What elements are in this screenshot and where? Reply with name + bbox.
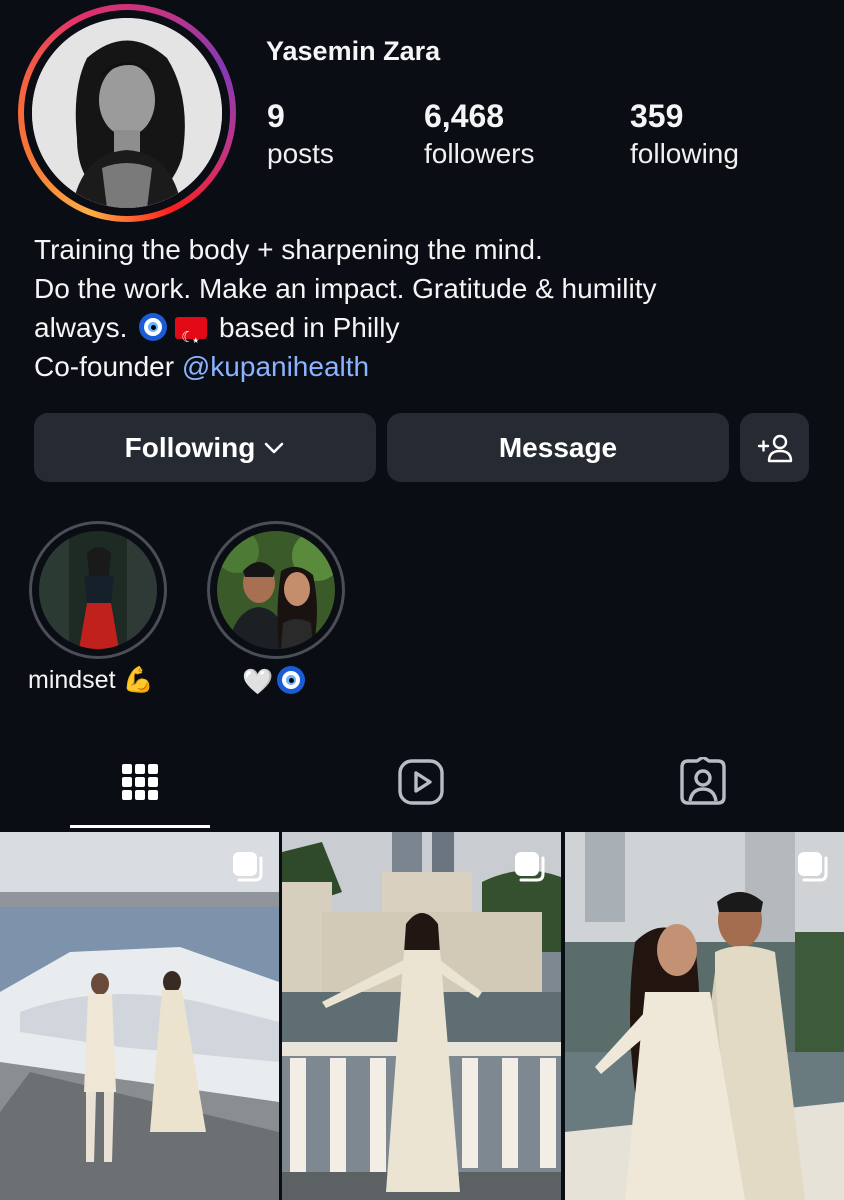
highlight-heart[interactable]	[207, 521, 345, 659]
avatar-portrait	[32, 18, 222, 208]
posts-label: posts	[267, 138, 334, 169]
highlight-mindset-label: mindset 💪	[28, 666, 154, 694]
bio-line-2: Do the work. Make an impact. Gratitude &…	[34, 273, 657, 304]
highlight-mindset[interactable]	[29, 521, 167, 659]
carousel-icon	[798, 852, 828, 882]
followers-count: 6,468	[424, 98, 505, 134]
evil-eye-icon	[139, 313, 168, 341]
bio-line-4-start: Co-founder	[34, 351, 175, 382]
highlight-cover	[39, 531, 157, 649]
profile-avatar[interactable]	[18, 4, 236, 222]
post-thumbnail[interactable]	[282, 832, 561, 1200]
carousel-icon	[233, 852, 263, 882]
bio-line-3-start: always.	[34, 312, 128, 343]
post-thumbnail[interactable]	[565, 832, 844, 1200]
stat-following[interactable]: 359 following	[630, 98, 739, 174]
bio-line-4: Co-founder @kupanihealth	[34, 347, 814, 386]
post-image	[0, 832, 279, 1200]
highlight-heart-label: 🤍	[242, 666, 309, 697]
following-button[interactable]: Following	[34, 413, 376, 482]
reels-icon	[398, 759, 444, 805]
highlight-ring	[207, 521, 345, 659]
add-person-button[interactable]	[740, 413, 809, 482]
evil-eye-icon	[277, 666, 306, 694]
message-button-label: Message	[498, 431, 618, 463]
stat-posts[interactable]: 9 posts	[267, 98, 334, 174]
bio-mention-link[interactable]: @kupanihealth	[182, 351, 369, 382]
post-image	[282, 832, 561, 1200]
message-button[interactable]: Message	[387, 413, 729, 482]
active-tab-indicator	[70, 825, 210, 828]
stat-followers[interactable]: 6,468 followers	[424, 98, 534, 174]
grid-icon	[122, 764, 158, 800]
highlight-cover-image	[39, 531, 157, 649]
bio-line-1: Training the body + sharpening the mind.	[34, 234, 543, 265]
tab-grid[interactable]	[110, 752, 170, 812]
profile-bio: Training the body + sharpening the mind.…	[34, 230, 814, 386]
post-thumbnail[interactable]	[0, 832, 279, 1200]
following-label: following	[630, 138, 739, 169]
tab-tagged[interactable]	[673, 752, 733, 812]
tagged-icon	[680, 757, 726, 805]
following-button-label: Following	[124, 431, 256, 463]
highlight-cover	[217, 531, 335, 649]
chevron-down-icon	[265, 442, 284, 453]
turkey-flag-icon	[175, 317, 208, 360]
carousel-icon	[515, 852, 545, 882]
highlight-cover-image	[217, 531, 335, 649]
highlight-ring	[29, 521, 167, 659]
bio-line-3-end: based in Philly	[218, 312, 400, 343]
post-image	[565, 832, 844, 1200]
add-person-icon	[757, 434, 792, 462]
profile-username: Yasemin Zara	[266, 36, 441, 66]
posts-count: 9	[267, 98, 285, 134]
avatar-gap	[24, 10, 230, 216]
following-count: 359	[630, 98, 684, 134]
avatar-image	[32, 18, 222, 208]
followers-label: followers	[424, 138, 535, 169]
highlight-heart-text: 🤍	[242, 668, 274, 696]
tab-reels[interactable]	[391, 752, 451, 812]
bio-line-3: always. based in Philly	[34, 308, 814, 360]
